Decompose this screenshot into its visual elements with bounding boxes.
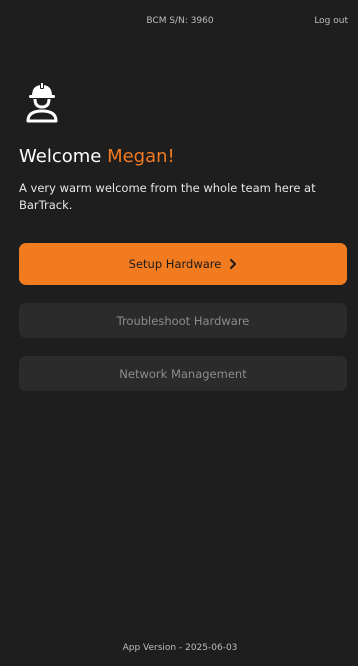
user-name: Megan!: [107, 146, 175, 167]
troubleshoot-hardware-label: Troubleshoot Hardware: [116, 313, 250, 328]
app-screen: BCM S/N: 3960 Log out Welcome Megan! A v…: [0, 0, 360, 666]
top-bar: BCM S/N: 3960 Log out: [0, 16, 356, 34]
chevron-right-icon: [230, 259, 237, 269]
logout-link[interactable]: Log out: [314, 16, 348, 26]
app-version: App Version - 2025-06-03: [122, 643, 238, 653]
setup-hardware-label: Setup Hardware: [128, 257, 222, 271]
welcome-heading: Welcome Megan!: [19, 146, 175, 167]
setup-hardware-button[interactable]: Setup Hardware: [19, 243, 347, 285]
network-management-label: Network Management: [119, 366, 247, 381]
troubleshoot-hardware-button[interactable]: Troubleshoot Hardware: [19, 303, 347, 338]
network-management-button[interactable]: Network Management: [19, 356, 347, 391]
welcome-prefix: Welcome: [19, 146, 102, 167]
serial-number: BCM S/N: 3960: [146, 16, 214, 26]
worker-helmet-icon: [22, 80, 62, 124]
welcome-message: A very warm welcome from the whole team …: [19, 181, 316, 212]
